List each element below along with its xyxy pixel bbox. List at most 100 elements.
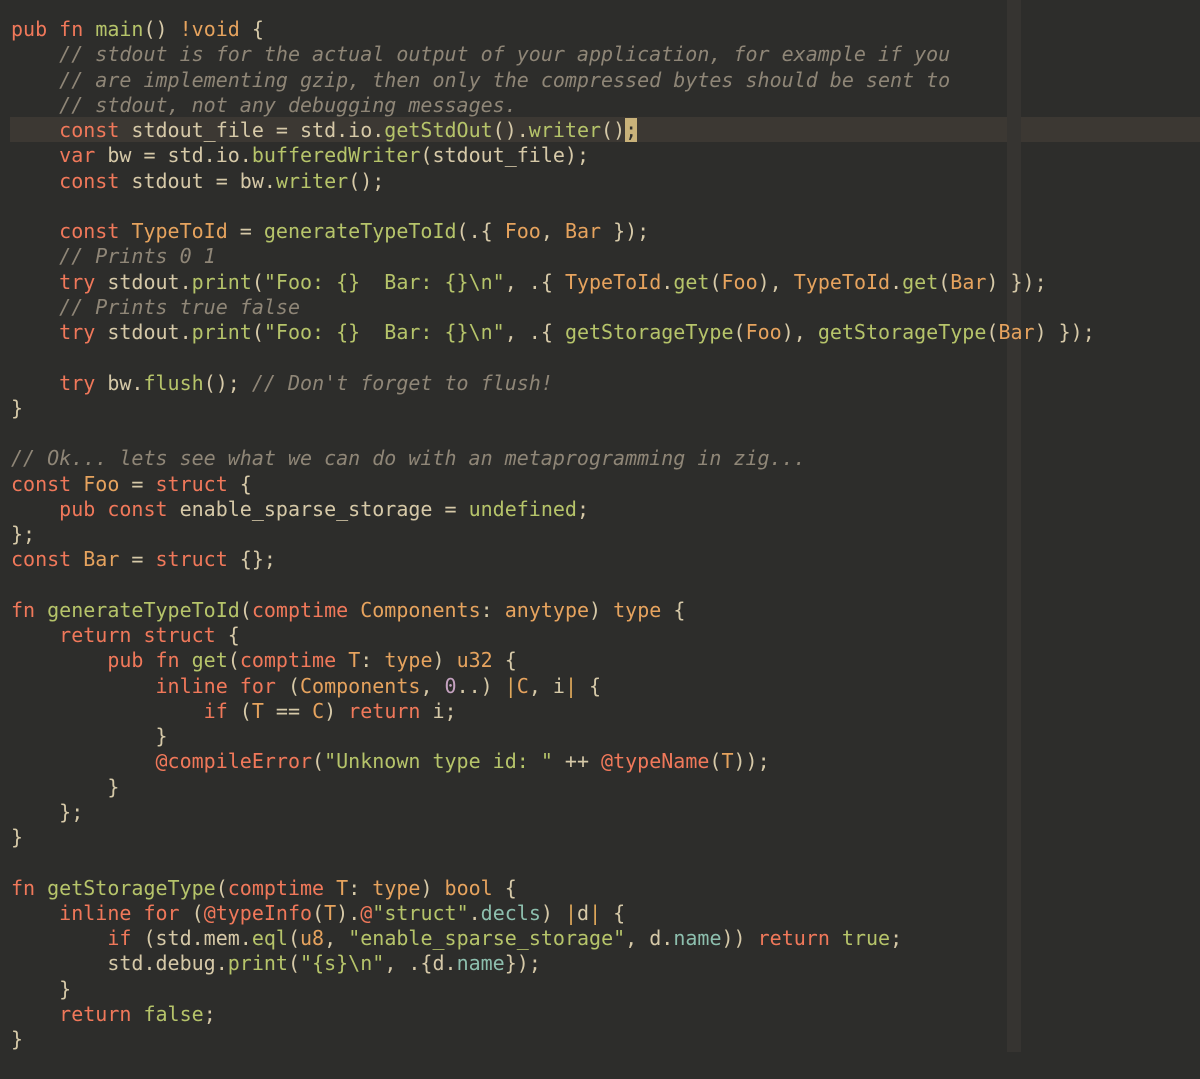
- code-line-33[interactable]: }: [11, 825, 1095, 850]
- code-token: Bar: [950, 269, 987, 294]
- code-token: type: [384, 648, 433, 673]
- code-line-5[interactable]: const stdout_file = std.io.getStdOut().w…: [11, 118, 1095, 143]
- code-token: !void: [179, 17, 240, 41]
- code-token: if: [107, 926, 132, 950]
- code-line-32[interactable]: };: [11, 800, 1095, 825]
- code-line-6[interactable]: var bw = std.io.bufferedWriter(stdout_fi…: [11, 143, 1095, 168]
- code-token: i;: [420, 698, 457, 723]
- code-line-3[interactable]: // are implementing gzip, then only the …: [11, 68, 1095, 93]
- code-token: Foo: [83, 471, 120, 496]
- code-line-21[interactable]: };: [11, 522, 1095, 547]
- code-token: return: [59, 1001, 132, 1026]
- code-line-31[interactable]: }: [11, 775, 1095, 800]
- code-line-14[interactable]: [11, 345, 1095, 370]
- code-line-30[interactable]: @compileError("Unknown type id: " ++ @ty…: [11, 749, 1095, 774]
- code-line-2[interactable]: // stdout is for the actual output of yo…: [11, 42, 1095, 67]
- code-editor[interactable]: pub fn main() !void { // stdout is for t…: [0, 0, 1200, 1079]
- code-line-24[interactable]: fn generateTypeToId(comptime Components:…: [11, 598, 1095, 623]
- code-token: "{s}\n": [300, 951, 385, 976]
- code-line-39[interactable]: }: [11, 977, 1095, 1002]
- code-token: :: [348, 875, 373, 900]
- code-token: struct: [143, 623, 216, 647]
- code-token: @typeInfo: [203, 900, 313, 925]
- code-line-19[interactable]: const Foo = struct {: [11, 472, 1095, 497]
- code-token: ): [589, 597, 614, 622]
- code-line-22[interactable]: const Bar = struct {};: [11, 547, 1095, 572]
- code-line-17[interactable]: [11, 421, 1095, 446]
- code-token: type: [613, 597, 662, 622]
- code-token: main: [95, 17, 144, 41]
- code-line-41[interactable]: }: [11, 1027, 1095, 1052]
- code-token: };: [11, 799, 84, 824]
- code-token: Bar: [998, 320, 1035, 344]
- code-token: const: [107, 496, 168, 521]
- code-line-1[interactable]: pub fn main() !void {: [11, 17, 1095, 42]
- code-line-29[interactable]: }: [11, 724, 1095, 749]
- code-line-26[interactable]: pub fn get(comptime T: type) u32 {: [11, 648, 1095, 673]
- code-line-15[interactable]: try bw.flush(); // Don't forget to flush…: [11, 371, 1095, 396]
- code-token: =: [119, 547, 156, 572]
- code-token: undefined: [468, 496, 577, 521]
- code-token: get: [673, 269, 710, 294]
- code-token: ,: [324, 926, 349, 950]
- code-token: ==: [263, 698, 313, 723]
- code-line-38[interactable]: std.debug.print("{s}\n", .{d.name});: [11, 951, 1095, 976]
- code-area[interactable]: pub fn main() !void { // stdout is for t…: [11, 17, 1095, 1052]
- code-line-8[interactable]: [11, 194, 1095, 219]
- code-token: try: [59, 269, 96, 294]
- code-token: decls: [480, 900, 541, 925]
- code-token: (): [601, 118, 626, 142]
- code-line-27[interactable]: inline for (Components, 0..) |C, i| {: [11, 674, 1095, 699]
- code-line-7[interactable]: const stdout = bw.writer();: [11, 169, 1095, 194]
- code-token: (: [986, 320, 999, 344]
- code-token: |: [504, 673, 517, 698]
- code-token: @compileError: [155, 749, 313, 774]
- code-line-13[interactable]: try stdout.print("Foo: {} Bar: {}\n", .{…: [11, 320, 1095, 345]
- code-line-37[interactable]: if (std.mem.eql(u8, "enable_sparse_stora…: [11, 926, 1095, 951]
- code-token: pub: [59, 496, 96, 521]
- code-token: if: [203, 698, 228, 723]
- code-line-28[interactable]: if (T == C) return i;: [11, 699, 1095, 724]
- code-token: type: [372, 875, 421, 900]
- code-line-18[interactable]: // Ok... lets see what we can do with an…: [11, 446, 1095, 471]
- code-token: fn: [11, 597, 36, 622]
- code-token: Components: [360, 597, 481, 622]
- code-line-9[interactable]: const TypeToId = generateTypeToId(.{ Foo…: [11, 219, 1095, 244]
- code-token: C: [312, 698, 325, 723]
- code-token: :: [480, 597, 505, 622]
- code-token: Foo: [504, 219, 541, 243]
- code-line-23[interactable]: [11, 573, 1095, 598]
- code-token: ),: [781, 320, 818, 344]
- code-token: (: [227, 698, 252, 723]
- code-token: anytype: [504, 597, 590, 622]
- code-token: true: [841, 926, 891, 950]
- code-line-25[interactable]: return struct {: [11, 623, 1095, 648]
- code-line-35[interactable]: fn getStorageType(comptime T: type) bool…: [11, 876, 1095, 901]
- code-token: return: [59, 623, 132, 647]
- code-line-34[interactable]: [11, 850, 1095, 875]
- code-token: getStorageType: [817, 320, 987, 344]
- code-line-40[interactable]: return false;: [11, 1002, 1095, 1027]
- code-line-20[interactable]: pub const enable_sparse_storage = undefi…: [11, 497, 1095, 522]
- code-line-16[interactable]: }: [11, 396, 1095, 421]
- code-line-12[interactable]: // Prints true false: [11, 295, 1095, 320]
- code-line-4[interactable]: // stdout, not any debugging messages.: [11, 93, 1095, 118]
- code-token: d: [577, 900, 590, 925]
- code-token: u8: [300, 926, 325, 950]
- code-token: =: [119, 471, 156, 496]
- code-token: const: [59, 118, 120, 142]
- code-token: "Foo: {} Bar: {}\n": [263, 269, 505, 294]
- code-line-11[interactable]: try stdout.print("Foo: {} Bar: {}\n", .{…: [11, 270, 1095, 295]
- code-line-10[interactable]: // Prints 0 1: [11, 244, 1095, 269]
- code-token: .: [468, 900, 481, 925]
- code-line-36[interactable]: inline for (@typeInfo(T).@"struct".decls…: [11, 901, 1095, 926]
- code-token: try: [59, 370, 96, 395]
- code-token: };: [11, 522, 36, 546]
